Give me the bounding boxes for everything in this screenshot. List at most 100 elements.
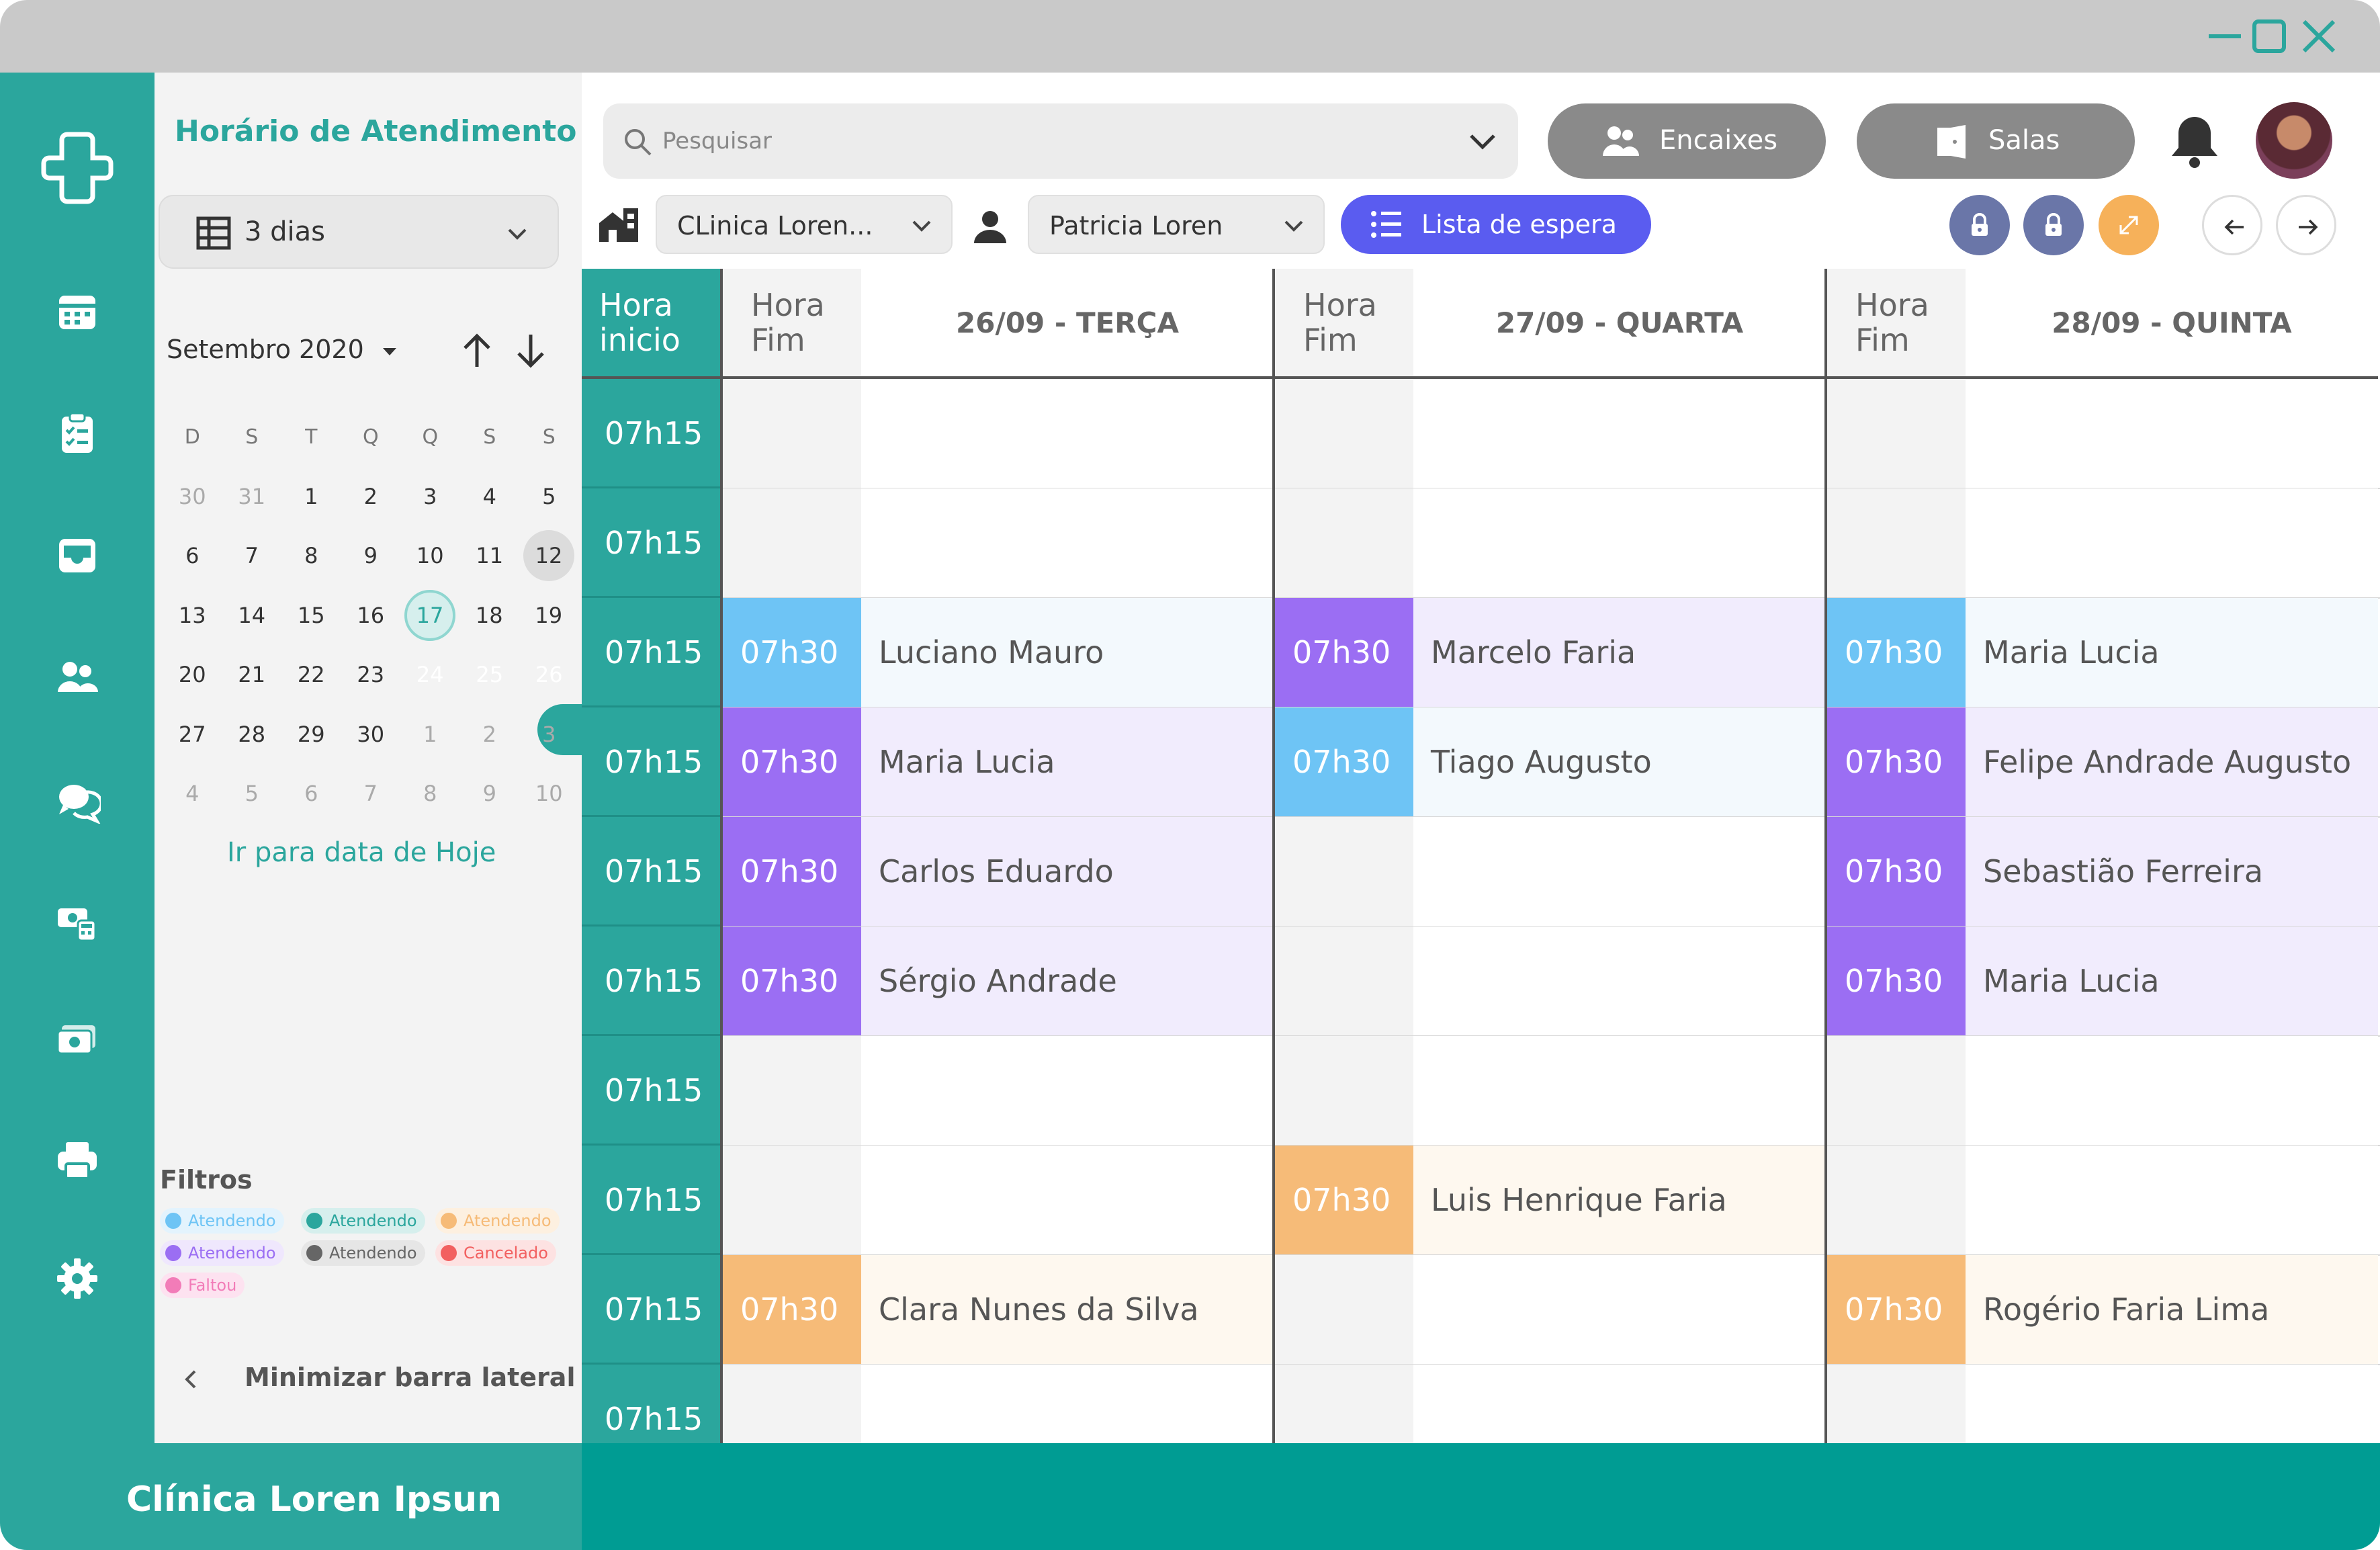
salas-button[interactable]: Salas bbox=[1857, 103, 2135, 179]
calendar-day[interactable]: 13 bbox=[163, 590, 222, 641]
calendar-icon[interactable] bbox=[54, 288, 101, 335]
calendar-day[interactable]: 3 bbox=[519, 709, 579, 760]
start-time-cell[interactable]: 07h15 bbox=[582, 598, 721, 707]
calendar-day[interactable]: 7 bbox=[222, 530, 282, 581]
appointment-card[interactable]: Clara Nunes da Silva bbox=[861, 1255, 1274, 1365]
calendar-day[interactable]: 10 bbox=[519, 768, 579, 819]
empty-slot[interactable] bbox=[1966, 379, 2378, 488]
calendar-day[interactable]: 30 bbox=[163, 471, 222, 522]
calendar-day[interactable]: 12 bbox=[523, 530, 574, 582]
calendar-day[interactable]: 18 bbox=[459, 590, 519, 641]
calendar-day[interactable]: 28 bbox=[222, 709, 282, 760]
previous-month-arrow-icon[interactable] bbox=[458, 331, 496, 371]
empty-end-time-cell[interactable] bbox=[721, 488, 861, 598]
empty-end-time-cell[interactable] bbox=[1274, 488, 1413, 598]
calendar-day[interactable]: 6 bbox=[163, 530, 222, 581]
appointment-end-time[interactable]: 07h30 bbox=[1826, 598, 1966, 707]
inbox-icon[interactable] bbox=[54, 532, 101, 579]
empty-slot[interactable] bbox=[1413, 488, 1826, 598]
appointment-end-time[interactable]: 07h30 bbox=[1826, 927, 1966, 1036]
empty-slot[interactable] bbox=[861, 1146, 1274, 1255]
empty-end-time-cell[interactable] bbox=[1826, 1365, 1966, 1443]
status-filter-chip[interactable]: Atendendo bbox=[160, 1240, 284, 1266]
calendar-day[interactable]: 5 bbox=[519, 471, 579, 522]
status-filter-chip[interactable]: Cancelado bbox=[435, 1240, 556, 1266]
calendar-day[interactable]: 1 bbox=[400, 709, 460, 760]
empty-end-time-cell[interactable] bbox=[721, 379, 861, 488]
user-avatar[interactable] bbox=[2256, 102, 2332, 179]
settings-gear-icon[interactable] bbox=[54, 1255, 101, 1302]
empty-slot[interactable] bbox=[861, 1365, 1274, 1443]
empty-slot[interactable] bbox=[1413, 1255, 1826, 1365]
appointment-card[interactable]: Marcelo Faria bbox=[1413, 598, 1826, 707]
status-filter-chip[interactable]: Atendendo bbox=[301, 1240, 425, 1266]
money-icon[interactable] bbox=[54, 1016, 101, 1063]
start-time-cell[interactable]: 07h15 bbox=[582, 817, 721, 927]
start-time-cell[interactable]: 07h15 bbox=[582, 1365, 721, 1443]
empty-end-time-cell[interactable] bbox=[721, 1036, 861, 1146]
calendar-day[interactable]: 19 bbox=[519, 590, 579, 641]
empty-end-time-cell[interactable] bbox=[1826, 1146, 1966, 1255]
view-range-select[interactable]: 3 dias bbox=[159, 195, 559, 269]
status-filter-chip[interactable]: Atendendo bbox=[435, 1208, 560, 1234]
appointment-card[interactable]: Maria Lucia bbox=[861, 707, 1274, 817]
status-filter-chip[interactable]: Atendendo bbox=[301, 1208, 425, 1234]
appointment-end-time[interactable]: 07h30 bbox=[1274, 707, 1413, 817]
month-label[interactable]: Setembro 2020 bbox=[167, 335, 364, 364]
lock-slot-button[interactable] bbox=[2023, 195, 2084, 255]
next-month-arrow-icon[interactable] bbox=[512, 331, 549, 371]
appointment-end-time[interactable]: 07h30 bbox=[1826, 1255, 1966, 1365]
calendar-day[interactable]: 17 bbox=[404, 589, 455, 641]
calendar-day[interactable]: 27 bbox=[163, 709, 222, 760]
chevron-down-icon[interactable] bbox=[1467, 128, 1498, 156]
calendar-day[interactable]: 25 bbox=[460, 649, 520, 700]
empty-slot[interactable] bbox=[1413, 817, 1826, 927]
calendar-day[interactable]: 7 bbox=[341, 768, 401, 819]
calendar-day[interactable]: 2 bbox=[460, 709, 520, 760]
search-bar[interactable]: Pesquisar bbox=[603, 103, 1518, 179]
empty-end-time-cell[interactable] bbox=[1826, 379, 1966, 488]
empty-end-time-cell[interactable] bbox=[1274, 1255, 1413, 1365]
clinic-select[interactable]: CLinica Loren... bbox=[656, 195, 953, 254]
appointment-end-time[interactable]: 07h30 bbox=[721, 598, 861, 707]
close-window-icon[interactable] bbox=[2297, 15, 2340, 58]
empty-slot[interactable] bbox=[861, 379, 1274, 488]
calendar-day[interactable]: 23 bbox=[341, 649, 401, 700]
appointment-card[interactable]: Felipe Andrade Augusto bbox=[1966, 707, 2378, 817]
appointment-card[interactable]: Sebastião Ferreira bbox=[1966, 817, 2378, 927]
calendar-day[interactable]: 24 bbox=[400, 649, 460, 700]
expand-button[interactable] bbox=[2099, 195, 2159, 255]
printer-icon[interactable] bbox=[54, 1137, 101, 1184]
calendar-day[interactable]: 26 bbox=[519, 649, 579, 700]
calendar-day[interactable]: 6 bbox=[281, 768, 341, 819]
minimize-window-icon[interactable] bbox=[2203, 15, 2246, 58]
minimize-sidebar-button[interactable]: Minimizar barra lateral bbox=[181, 1363, 575, 1392]
empty-end-time-cell[interactable] bbox=[1826, 1036, 1966, 1146]
empty-slot[interactable] bbox=[1413, 1036, 1826, 1146]
empty-slot[interactable] bbox=[861, 1036, 1274, 1146]
calendar-day[interactable]: 9 bbox=[341, 530, 401, 581]
go-to-today-link[interactable]: Ir para data de Hoje bbox=[227, 837, 496, 868]
encaixes-button[interactable]: Encaixes bbox=[1548, 103, 1826, 179]
status-filter-chip[interactable]: Faltou bbox=[160, 1273, 245, 1298]
empty-slot[interactable] bbox=[1966, 1036, 2378, 1146]
appointment-end-time[interactable]: 07h30 bbox=[721, 707, 861, 817]
empty-slot[interactable] bbox=[1966, 488, 2378, 598]
empty-end-time-cell[interactable] bbox=[1274, 1365, 1413, 1443]
appointment-card[interactable]: Tiago Augusto bbox=[1413, 707, 1826, 817]
lock-button[interactable] bbox=[1949, 195, 2010, 255]
clipboard-checklist-icon[interactable] bbox=[54, 410, 101, 457]
empty-slot[interactable] bbox=[1966, 1146, 2378, 1255]
patients-icon[interactable] bbox=[54, 654, 101, 701]
empty-slot[interactable] bbox=[1413, 1365, 1826, 1443]
appointment-end-time[interactable]: 07h30 bbox=[721, 817, 861, 927]
empty-slot[interactable] bbox=[1413, 379, 1826, 488]
empty-slot[interactable] bbox=[1413, 927, 1826, 1036]
calendar-day[interactable]: 15 bbox=[281, 590, 341, 641]
empty-slot[interactable] bbox=[861, 488, 1274, 598]
calendar-day[interactable]: 2 bbox=[341, 471, 401, 522]
calendar-day[interactable]: 16 bbox=[341, 590, 401, 641]
calendar-day[interactable]: 21 bbox=[222, 649, 282, 700]
next-days-button[interactable] bbox=[2276, 195, 2336, 255]
calendar-day[interactable]: 9 bbox=[460, 768, 520, 819]
